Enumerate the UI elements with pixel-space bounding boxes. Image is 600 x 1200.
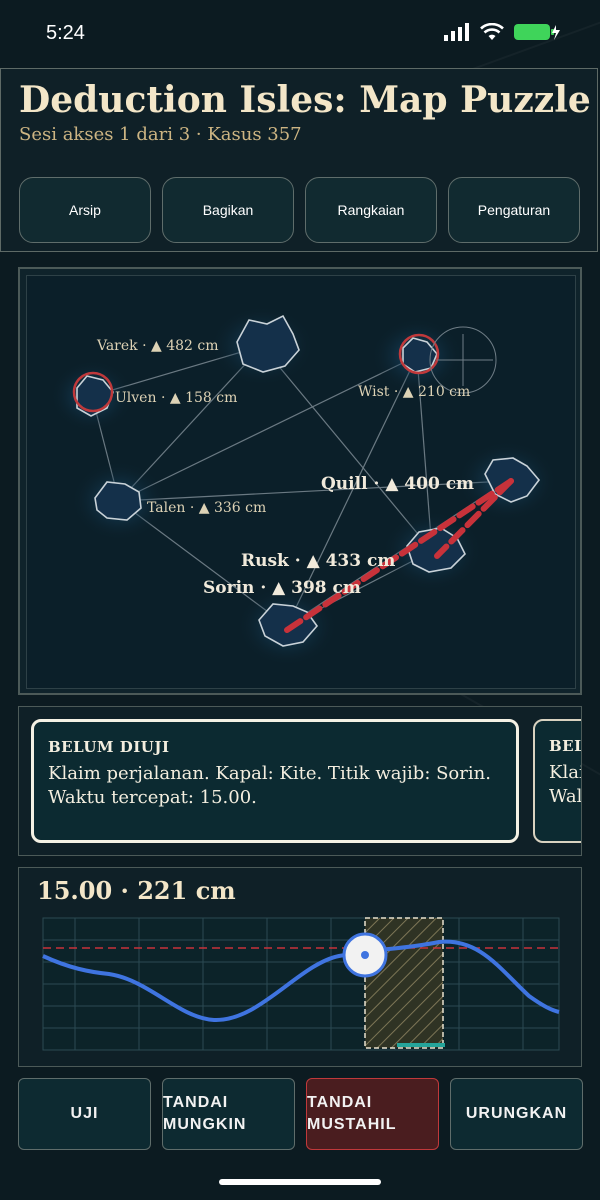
label-sorin: Sorin · ▲ 398 cm	[203, 578, 361, 598]
share-button[interactable]: Bagikan	[162, 177, 294, 243]
action-bar: UJI TANDAI MUNGKIN TANDAI MUSTAHIL URUNG…	[18, 1078, 583, 1150]
clue-text: Klaim perjalanan. Kapal: Kite. Titik waj…	[48, 763, 491, 808]
clue-card[interactable]: BELUM DIUJI Klaim perjalanan. Kapal: Kit…	[31, 719, 519, 843]
mark-possible-button[interactable]: TANDAI MUNGKIN	[162, 1078, 295, 1150]
toolbar: Arsip Bagikan Rangkaian Pengaturan	[19, 177, 580, 243]
test-button[interactable]: UJI	[18, 1078, 151, 1150]
time-scrubber-handle[interactable]	[342, 932, 388, 978]
profile-grid	[42, 917, 560, 1051]
wifi-icon	[480, 23, 504, 40]
battery-charging-icon	[514, 24, 560, 40]
clue-status: BELUM DIUJI	[48, 738, 170, 756]
status-bar: 5:24	[0, 0, 600, 68]
window-marker	[397, 1043, 445, 1047]
mark-impossible-button[interactable]: TANDAI MUSTAHIL	[306, 1078, 439, 1150]
label-rusk: Rusk · ▲ 433 cm	[241, 551, 396, 571]
session-subtitle: Sesi akses 1 dari 3 · Kasus 357	[19, 124, 302, 145]
label-ulven: Ulven · ▲ 158 cm	[115, 390, 238, 406]
clue-status: BELU	[549, 737, 581, 755]
game-title: Deduction Isles: Map Puzzle	[19, 79, 591, 121]
status-time: 5:24	[46, 22, 85, 44]
label-talen: Talen · ▲ 336 cm	[147, 500, 267, 516]
clue-card-next[interactable]: BELU Klai Wal	[533, 719, 582, 843]
label-quill: Quill · ▲ 400 cm	[321, 474, 475, 494]
map-panel: Varek · ▲ 482 cm Ulven · ▲ 158 cm Wist ·…	[18, 267, 582, 695]
depth-profile-panel: 15.00 · 221 cm	[18, 867, 582, 1067]
undo-button[interactable]: URUNGKAN	[450, 1078, 583, 1150]
label-wist: Wist · ▲ 210 cm	[358, 384, 471, 400]
depth-profile-chart[interactable]	[19, 868, 581, 1066]
game-header: Deduction Isles: Map Puzzle Sesi akses 1…	[0, 68, 598, 252]
clue-carousel[interactable]: BELUM DIUJI Klaim perjalanan. Kapal: Kit…	[18, 706, 582, 856]
settings-button[interactable]: Pengaturan	[448, 177, 580, 243]
clue-text: Klai Wal	[549, 762, 582, 807]
archive-button[interactable]: Arsip	[19, 177, 151, 243]
signal-icon	[444, 23, 469, 41]
home-indicator[interactable]	[219, 1179, 381, 1185]
map-canvas[interactable]: Varek · ▲ 482 cm Ulven · ▲ 158 cm Wist ·…	[26, 275, 576, 689]
series-button[interactable]: Rangkaian	[305, 177, 437, 243]
label-varek: Varek · ▲ 482 cm	[97, 338, 219, 354]
